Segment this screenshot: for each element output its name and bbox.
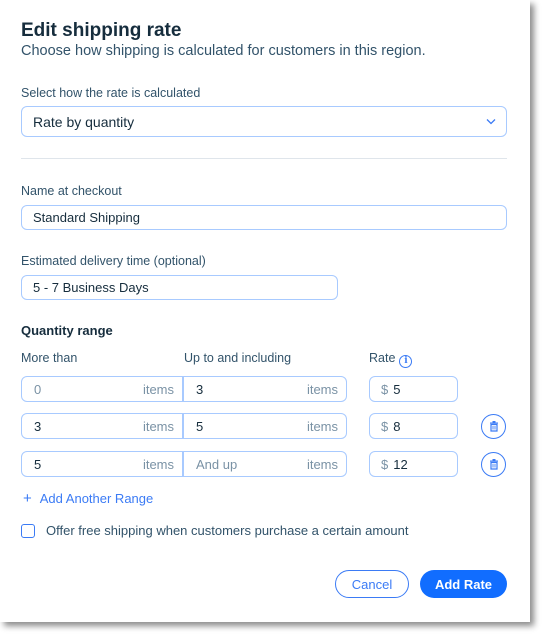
more-than-value: 3 [34,418,42,434]
add-rate-button[interactable]: Add Rate [420,570,507,598]
rate-input[interactable]: $ 8 [369,413,458,439]
currency-symbol: $ [381,418,389,434]
info-icon[interactable]: i [399,354,413,368]
up-to-header: Up to and including [184,351,292,365]
more-than-input[interactable]: 0 items [21,376,184,402]
more-than-input[interactable]: 3 items [21,413,184,439]
unit-label: items [306,456,338,472]
calculation-select[interactable]: Rate by quantity [21,106,507,137]
delivery-time-value: 5 - 7 Business Days [33,280,149,295]
chevron-down-icon [486,116,496,127]
up-to-value: And up [196,456,238,472]
edit-shipping-rate-dialog: Edit shipping rate Choose how shipping i… [0,0,530,622]
unit-label: items [142,381,174,397]
dialog-title: Edit shipping rate [21,20,182,41]
currency-symbol: $ [381,381,389,397]
rate-value: 12 [393,456,408,472]
range-row: 0 items 3 items [21,376,347,402]
free-shipping-checkbox[interactable] [21,524,35,538]
more-than-value: 0 [34,381,42,397]
rate-value: 5 [393,381,401,397]
add-range-label: Add Another Range [39,491,154,506]
more-than-input[interactable]: 5 items [21,451,184,477]
calculation-selected-value: Rate by quantity [33,113,135,130]
unit-label: items [142,418,174,434]
calculation-label: Select how the rate is calculated [21,86,201,100]
more-than-value: 5 [34,456,42,472]
add-another-range-link[interactable]: + Add Another Range [23,490,153,507]
delivery-time-label: Estimated delivery time (optional) [21,254,206,268]
up-to-value: 3 [196,381,204,397]
up-to-input[interactable]: 3 items [184,376,347,402]
quantity-range-title: Quantity range [21,323,113,338]
currency-symbol: $ [381,456,389,472]
plus-icon: + [23,490,32,507]
checkout-name-label: Name at checkout [21,184,122,198]
delivery-time-input[interactable]: 5 - 7 Business Days [21,275,338,300]
cancel-button[interactable]: Cancel [335,570,409,598]
range-row: 5 items And up items [21,451,347,477]
checkout-name-input[interactable]: Standard Shipping [21,205,507,230]
more-than-header: More than [21,351,78,365]
rate-input[interactable]: $ 12 [369,451,458,477]
rate-value: 8 [393,418,401,434]
delete-range-button[interactable] [481,414,506,439]
range-row: 3 items 5 items [21,413,347,439]
rate-header-label: Rate [369,351,396,365]
checkout-name-value: Standard Shipping [33,210,140,225]
trash-icon [489,421,498,432]
up-to-input[interactable]: And up items [184,451,347,477]
divider [21,158,507,159]
unit-label: items [306,381,338,397]
unit-label: items [142,456,174,472]
up-to-input[interactable]: 5 items [184,413,347,439]
unit-label: items [306,418,338,434]
rate-header: Rate i [369,351,413,368]
up-to-value: 5 [196,418,204,434]
rate-input[interactable]: $ 5 [369,376,458,402]
delete-range-button[interactable] [481,452,506,477]
dialog-subtitle: Choose how shipping is calculated for cu… [21,43,426,59]
trash-icon [489,459,498,470]
free-shipping-label[interactable]: Offer free shipping when customers purch… [46,523,409,538]
